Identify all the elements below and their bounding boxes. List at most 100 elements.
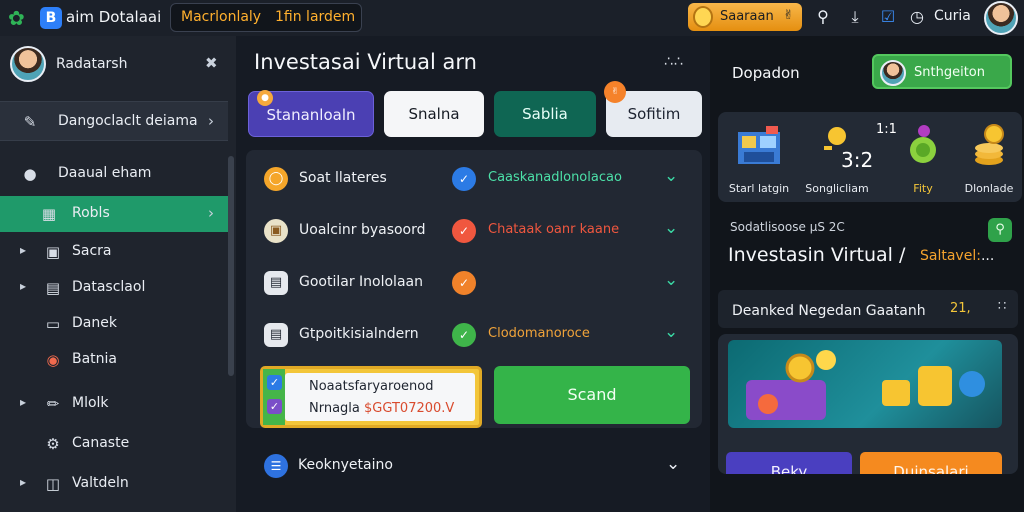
- search-icon[interactable]: ⚲: [988, 218, 1012, 242]
- camera-icon: ●: [23, 165, 37, 183]
- gift-coins-icon: [746, 350, 985, 420]
- selection-line-1: Noaatsfaryaroenod: [309, 379, 434, 394]
- status-text: Clodomanoroce: [488, 326, 590, 341]
- download-button[interactable]: Duinsalari: [860, 452, 1002, 474]
- list-item[interactable]: ◯ Soat llateres ✓ Caaskanadlonolacao ⌄: [246, 154, 702, 204]
- list-item-label: Soat llateres: [299, 170, 387, 186]
- investment-subtitle: Saltavel:...: [920, 248, 994, 264]
- sidebar-item-label: Valtdeln: [72, 475, 129, 491]
- sidebar-item-label: Batnia: [72, 351, 118, 367]
- more-icon[interactable]: ∴∴: [664, 54, 684, 70]
- list-item-label: Gtpoitkisialndern: [299, 326, 419, 342]
- checkbox-icon[interactable]: ☑: [877, 6, 899, 28]
- tab-stananloaln[interactable]: Stananloaln ●: [248, 90, 374, 137]
- chevron-right-icon: ›: [208, 112, 214, 130]
- tab-label: Stananloaln: [266, 106, 356, 124]
- search-text-primary: Macrlonlaly: [181, 9, 262, 25]
- sidebar-scrollbar[interactable]: [228, 156, 234, 376]
- chevron-down-icon[interactable]: ⌄: [664, 218, 678, 238]
- download-icon[interactable]: ⤓: [844, 6, 866, 28]
- stat-label: Fity: [913, 182, 933, 195]
- sidebar-item-danek[interactable]: ▭ Danek: [0, 306, 228, 342]
- chevron-down-icon[interactable]: ⌄: [666, 454, 680, 474]
- chevron-down-icon[interactable]: ⌄: [664, 166, 678, 186]
- page-title: Investasai Virtual arn: [254, 50, 477, 74]
- sidebar-item-label: Dangoclaclt deiama: [58, 113, 198, 129]
- pencil-icon: ✏: [46, 395, 60, 413]
- chevron-down-icon[interactable]: ⌄: [664, 322, 678, 342]
- sidebar-item-valtdeln[interactable]: ▸ ◫ Valtdeln: [0, 466, 228, 502]
- close-icon[interactable]: ✖: [205, 54, 218, 72]
- check-icon: ✓: [452, 323, 476, 347]
- check-icon: ✓: [452, 271, 476, 295]
- coins-button[interactable]: Saaraan ✌: [688, 3, 802, 31]
- list-item[interactable]: ▤ Gootilar Inololaan ✓ ⌄: [246, 258, 702, 308]
- checkbox-checked-icon[interactable]: ✓: [267, 399, 282, 414]
- task-list-card: ◯ Soat llateres ✓ Caaskanadlonolacao ⌄ ▣…: [246, 150, 702, 428]
- sidebar-header: Radatarsh ✖: [0, 36, 236, 90]
- sidebar-item-daaual[interactable]: ● Daaual eham: [0, 156, 228, 192]
- coin-stack-icon: [693, 6, 713, 28]
- clock-icon[interactable]: ◷: [906, 6, 928, 28]
- leaf-logo-icon: ✿: [8, 6, 25, 30]
- user-avatar[interactable]: [984, 1, 1018, 35]
- top-bar: ✿ B aim Dotalaai Macrlonlaly 1fin lardem…: [0, 0, 1024, 36]
- sidebar-item-label: Daaual eham: [58, 165, 152, 181]
- settings-icon: ⚙: [46, 435, 60, 453]
- caret-right-icon: ▸: [20, 279, 27, 293]
- menu-icon: ☰: [264, 454, 288, 478]
- stat-item[interactable]: Starl latgin: [724, 118, 794, 198]
- sidebar-item-label: Mlolk: [72, 395, 109, 411]
- investment-caption: Sodatlisoose µS 2C: [730, 220, 845, 234]
- stat-label: Dlonlade: [964, 182, 1014, 195]
- list-item-label: Uoalcinr byasoord: [299, 222, 426, 238]
- calendar-icon: ▤: [264, 271, 288, 295]
- sidebar-item-datasclaol[interactable]: ▸ ▤ Datasclaol: [0, 270, 228, 306]
- sidebar-item-sacra[interactable]: ▸ ▣ Sacra: [0, 234, 228, 270]
- checkbox-checked-icon[interactable]: ✓: [267, 375, 282, 390]
- search-input[interactable]: Macrlonlaly 1fin lardem: [170, 3, 362, 32]
- send-button[interactable]: Scand: [494, 366, 690, 424]
- search-text-secondary: 1fin lardem: [275, 9, 356, 25]
- sidebar-item-canaste[interactable]: ⚙ Canaste: [0, 426, 228, 462]
- stat-item[interactable]: Fity: [888, 118, 958, 198]
- badge-icon: ●: [257, 90, 273, 106]
- accordion-label: Keoknyetaino: [298, 457, 393, 473]
- list-item[interactable]: ▣ Uoalcinr byasoord ✓ Chataak oanr kaane…: [246, 206, 702, 256]
- target-icon: ◉: [46, 351, 60, 369]
- sidebar-item-mlolk[interactable]: ▸ ✏ Mlolk: [0, 386, 228, 422]
- stat-value: 3:2: [841, 148, 874, 172]
- tab-sofitim[interactable]: Sofitim ✌: [604, 81, 702, 137]
- building-icon: [738, 126, 780, 164]
- stat-item[interactable]: Dlonlade: [954, 118, 1024, 198]
- accordion-item[interactable]: ☰ Keoknyetaino ⌄: [248, 444, 702, 486]
- sidebar-item-label: Datasclaol: [72, 279, 146, 295]
- selection-panel[interactable]: ✓ ✓ Noaatsfaryaroenod Nrnagla $GGT07200.…: [260, 366, 482, 428]
- app-window: ✿ B aim Dotalaai Macrlonlaly 1fin lardem…: [0, 0, 1024, 512]
- chevron-down-icon[interactable]: ⌄: [664, 270, 678, 290]
- tab-label: Sofitim: [627, 105, 681, 123]
- promo-illustration: [728, 340, 1002, 428]
- app-logo-icon[interactable]: B: [40, 7, 62, 29]
- sidebar: Radatarsh ✖ ✎ Dangoclaclt deiama › ● Daa…: [0, 36, 236, 512]
- lime-badge-icon: [910, 125, 936, 163]
- sidebar-item-batnia[interactable]: ◉ Batnia: [0, 342, 228, 378]
- list-item[interactable]: ▤ Gtpoitkisialndern ✓ Clodomanoroce ⌄: [246, 310, 702, 360]
- sidebar-item-robls[interactable]: ▦ Robls ›: [0, 196, 228, 232]
- sidebar-avatar[interactable]: [10, 46, 46, 82]
- right-panel: Dopadon Snthgeiton Starl latgin Songlicl…: [710, 36, 1024, 512]
- tab-sablia[interactable]: Sablia: [494, 91, 596, 137]
- deal-row[interactable]: Deanked Negedan Gaatanh 21, ∷: [718, 290, 1018, 328]
- stats-panel: Starl latgin Songlicliam 1:1 3:2 Fity Dl…: [718, 112, 1022, 202]
- more-icon[interactable]: ∷: [998, 299, 1006, 314]
- deal-label: Deanked Negedan Gaatanh: [732, 303, 926, 319]
- sidebar-item-label: Sacra: [72, 243, 112, 259]
- sidebar-item-dashboard[interactable]: ✎ Dangoclaclt deiama ›: [0, 101, 228, 141]
- form-icon: ▤: [264, 323, 288, 347]
- profile-pill-button[interactable]: Snthgeiton: [872, 54, 1012, 89]
- search-icon[interactable]: ⚲: [812, 6, 834, 28]
- edit-icon: ✎: [23, 113, 37, 131]
- busy-button[interactable]: Beky: [726, 452, 852, 474]
- tab-snalna[interactable]: Snalna: [384, 91, 484, 137]
- status-text: Caaskanadlonolacao: [488, 170, 622, 185]
